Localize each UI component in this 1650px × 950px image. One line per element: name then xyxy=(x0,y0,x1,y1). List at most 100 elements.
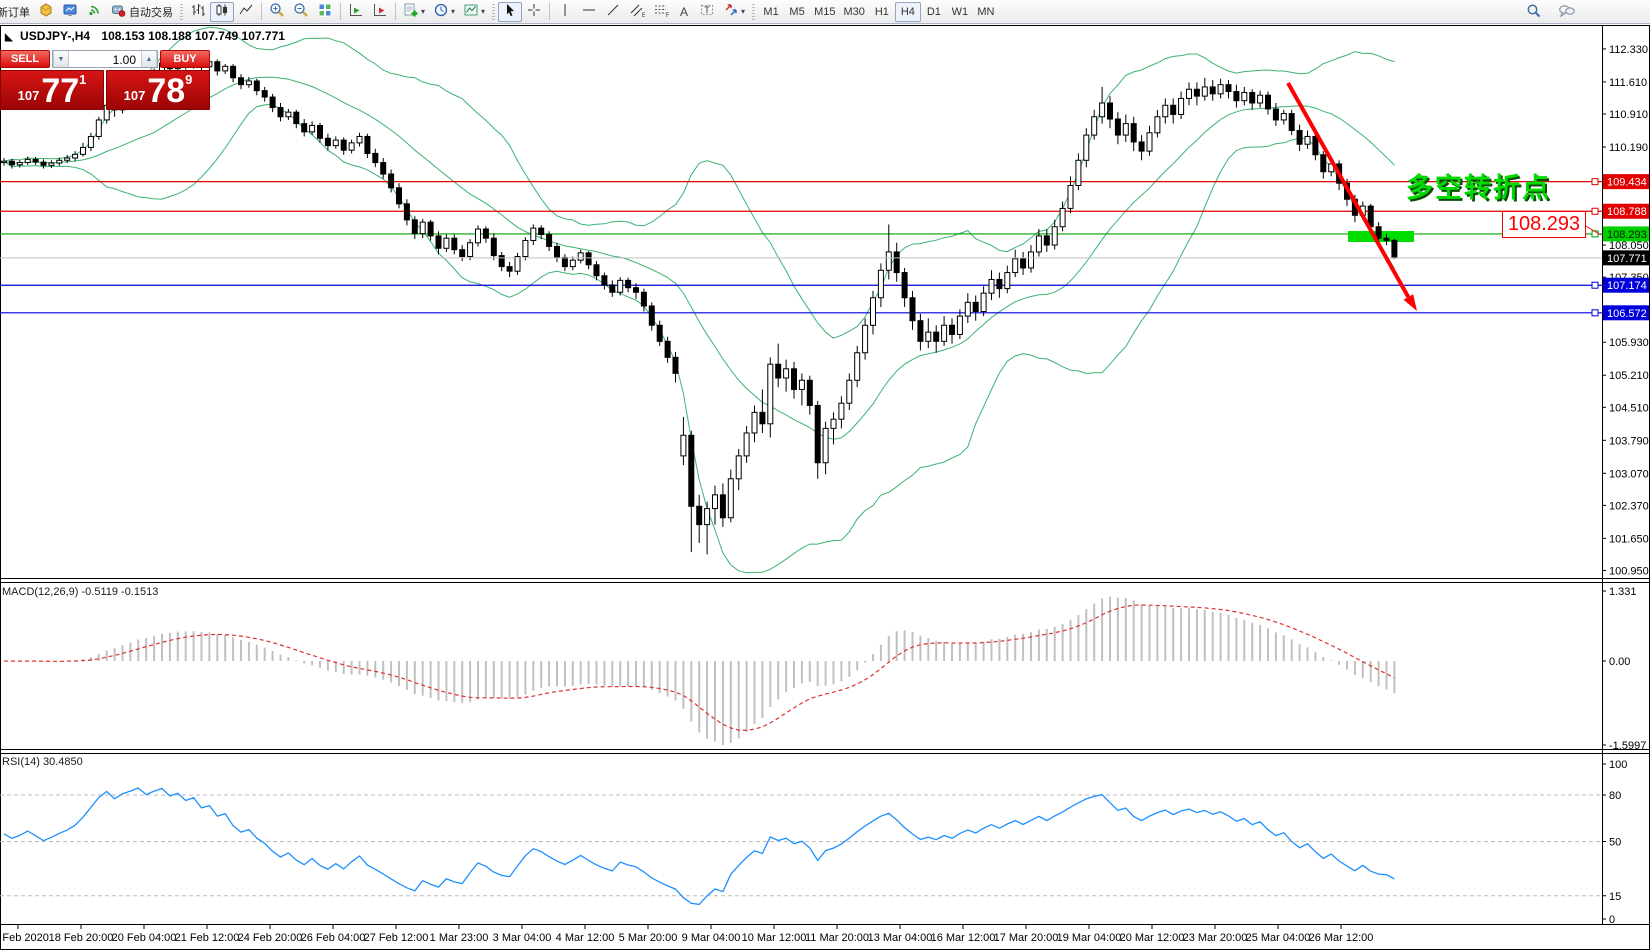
buy-price-prefix: 107 xyxy=(124,88,146,103)
indicators-button[interactable]: ▾ xyxy=(399,2,429,22)
svg-text:0.00: 0.00 xyxy=(1609,656,1630,668)
crosshair-icon xyxy=(526,2,542,21)
line-chart-icon xyxy=(238,2,254,21)
chart-shift-button[interactable] xyxy=(368,2,392,22)
svg-text:80: 80 xyxy=(1609,790,1621,802)
templates-icon xyxy=(463,2,479,21)
chat-icon xyxy=(1558,3,1576,22)
timeframe-m15-button[interactable]: M15 xyxy=(810,2,839,22)
volume-value[interactable]: 1.00 xyxy=(69,51,141,67)
timeframe-m5-button[interactable]: M5 xyxy=(784,2,810,22)
cursor-button[interactable] xyxy=(498,2,522,22)
line-chart-button[interactable] xyxy=(234,2,258,22)
volume-decrease-button[interactable]: ▼ xyxy=(53,51,69,67)
text-tool-button[interactable]: A xyxy=(673,2,695,22)
arrows-icon xyxy=(723,2,739,21)
terminal-button[interactable] xyxy=(58,2,82,22)
price-chart-canvas[interactable]: 112.330111.610110.910110.190108.050107.3… xyxy=(0,0,1650,950)
dropdown-arrow-icon: ▾ xyxy=(421,7,425,16)
one-click-trading-panel: SELL ▼ 1.00 ▲ BUY 107 77 1 107 78 9 xyxy=(0,50,210,110)
timeframe-h1-button[interactable]: H1 xyxy=(869,2,895,22)
crosshair-button[interactable] xyxy=(522,2,546,22)
fibonacci-button[interactable]: F xyxy=(649,2,673,22)
channel-icon: E xyxy=(629,2,645,21)
svg-text:50: 50 xyxy=(1609,837,1621,849)
trendline-icon xyxy=(605,2,621,21)
svg-text:1.331: 1.331 xyxy=(1609,586,1637,598)
svg-text:9 Mar 04:00: 9 Mar 04:00 xyxy=(682,932,741,944)
svg-text:5 Mar 20:00: 5 Mar 20:00 xyxy=(619,932,678,944)
periods-button[interactable]: ▾ xyxy=(429,2,459,22)
timeframe-m30-button[interactable]: M30 xyxy=(839,2,868,22)
svg-text:25 Mar 04:00: 25 Mar 04:00 xyxy=(1246,932,1311,944)
volume-increase-button[interactable]: ▲ xyxy=(141,51,157,67)
autotrading-icon xyxy=(110,2,126,21)
svg-text:19 Mar 04:00: 19 Mar 04:00 xyxy=(1057,932,1122,944)
svg-text:T: T xyxy=(704,5,710,15)
chart-shift-icon xyxy=(372,2,388,21)
svg-text:21 Feb 12:00: 21 Feb 12:00 xyxy=(175,932,240,944)
equidistant-channel-button[interactable]: E xyxy=(625,2,649,22)
dropdown-arrow-icon: ▾ xyxy=(451,7,455,16)
svg-text:102.370: 102.370 xyxy=(1609,500,1649,512)
templates-button[interactable]: ▾ xyxy=(459,2,489,22)
timeframe-m1-button[interactable]: M1 xyxy=(758,2,784,22)
toolbar-separator xyxy=(395,3,396,20)
svg-text:26 Feb 04:00: 26 Feb 04:00 xyxy=(301,932,366,944)
macd-signal-value: -0.1513 xyxy=(121,586,158,598)
indicators-icon xyxy=(403,2,419,21)
svg-text:109.434: 109.434 xyxy=(1607,177,1647,189)
tile-windows-button[interactable] xyxy=(313,2,337,22)
rsi-indicator-label: RSI(14) 30.4850 xyxy=(2,756,83,768)
macd-indicator-label: MACD(12,26,9) -0.5119 -0.1513 xyxy=(2,586,158,598)
autotrading-button[interactable]: 自动交易 xyxy=(106,2,177,22)
toolbar-drag-handle xyxy=(180,4,183,20)
svg-text:1 Mar 23:00: 1 Mar 23:00 xyxy=(430,932,489,944)
zoom-in-button[interactable] xyxy=(265,2,289,22)
svg-text:103.790: 103.790 xyxy=(1609,435,1649,447)
buy-button[interactable]: BUY xyxy=(160,50,210,68)
chat-button[interactable] xyxy=(1554,2,1580,22)
clock-icon xyxy=(433,2,449,21)
dropdown-arrow-icon: ▾ xyxy=(481,7,485,16)
vertical-line-button[interactable] xyxy=(553,2,577,22)
history-center-button[interactable] xyxy=(34,2,58,22)
sell-price-button[interactable]: 107 77 1 xyxy=(0,70,104,110)
timeframe-h4-button[interactable]: H4 xyxy=(895,2,921,22)
buy-price-big: 78 xyxy=(147,78,185,106)
sell-button[interactable]: SELL xyxy=(0,50,50,68)
buy-price-button[interactable]: 107 78 9 xyxy=(106,70,210,110)
search-button[interactable] xyxy=(1522,2,1546,22)
timeframe-d1-button[interactable]: D1 xyxy=(921,2,947,22)
svg-text:23 Mar 20:00: 23 Mar 20:00 xyxy=(1183,932,1248,944)
gold-box-icon xyxy=(38,2,54,21)
svg-text:13 Mar 04:00: 13 Mar 04:00 xyxy=(868,932,933,944)
svg-text:F: F xyxy=(666,13,669,18)
auto-scroll-button[interactable] xyxy=(344,2,368,22)
autotrading-label: 自动交易 xyxy=(129,4,173,20)
cursor-icon xyxy=(502,2,518,21)
svg-text:100: 100 xyxy=(1609,759,1627,771)
timeframe-w1-button[interactable]: W1 xyxy=(947,2,973,22)
bar-chart-icon xyxy=(190,2,206,21)
svg-text:E: E xyxy=(642,13,645,18)
svg-text:18 Feb 20:00: 18 Feb 20:00 xyxy=(49,932,114,944)
new-order-button[interactable]: 新订单 xyxy=(0,2,34,22)
bar-chart-button[interactable] xyxy=(186,2,210,22)
price-callout-box[interactable]: 108.293 xyxy=(1502,211,1586,238)
zoom-out-button[interactable] xyxy=(289,2,313,22)
signals-button[interactable] xyxy=(82,2,106,22)
timeframe-mn-button[interactable]: MN xyxy=(973,2,999,22)
svg-text:111.610: 111.610 xyxy=(1609,77,1647,89)
arrows-tool-button[interactable]: ▾ xyxy=(719,2,749,22)
svg-text:4 Mar 12:00: 4 Mar 12:00 xyxy=(556,932,615,944)
trendline-button[interactable] xyxy=(601,2,625,22)
svg-text:3 Mar 04:00: 3 Mar 04:00 xyxy=(493,932,552,944)
toolbar-drag-handle xyxy=(492,4,495,20)
vertical-line-icon xyxy=(557,2,573,21)
candlestick-chart-button[interactable] xyxy=(210,2,234,22)
macd-value: -0.5119 xyxy=(81,586,118,598)
text-label-button[interactable]: T xyxy=(695,2,719,22)
svg-text:107.771: 107.771 xyxy=(1607,253,1647,265)
horizontal-line-button[interactable] xyxy=(577,2,601,22)
